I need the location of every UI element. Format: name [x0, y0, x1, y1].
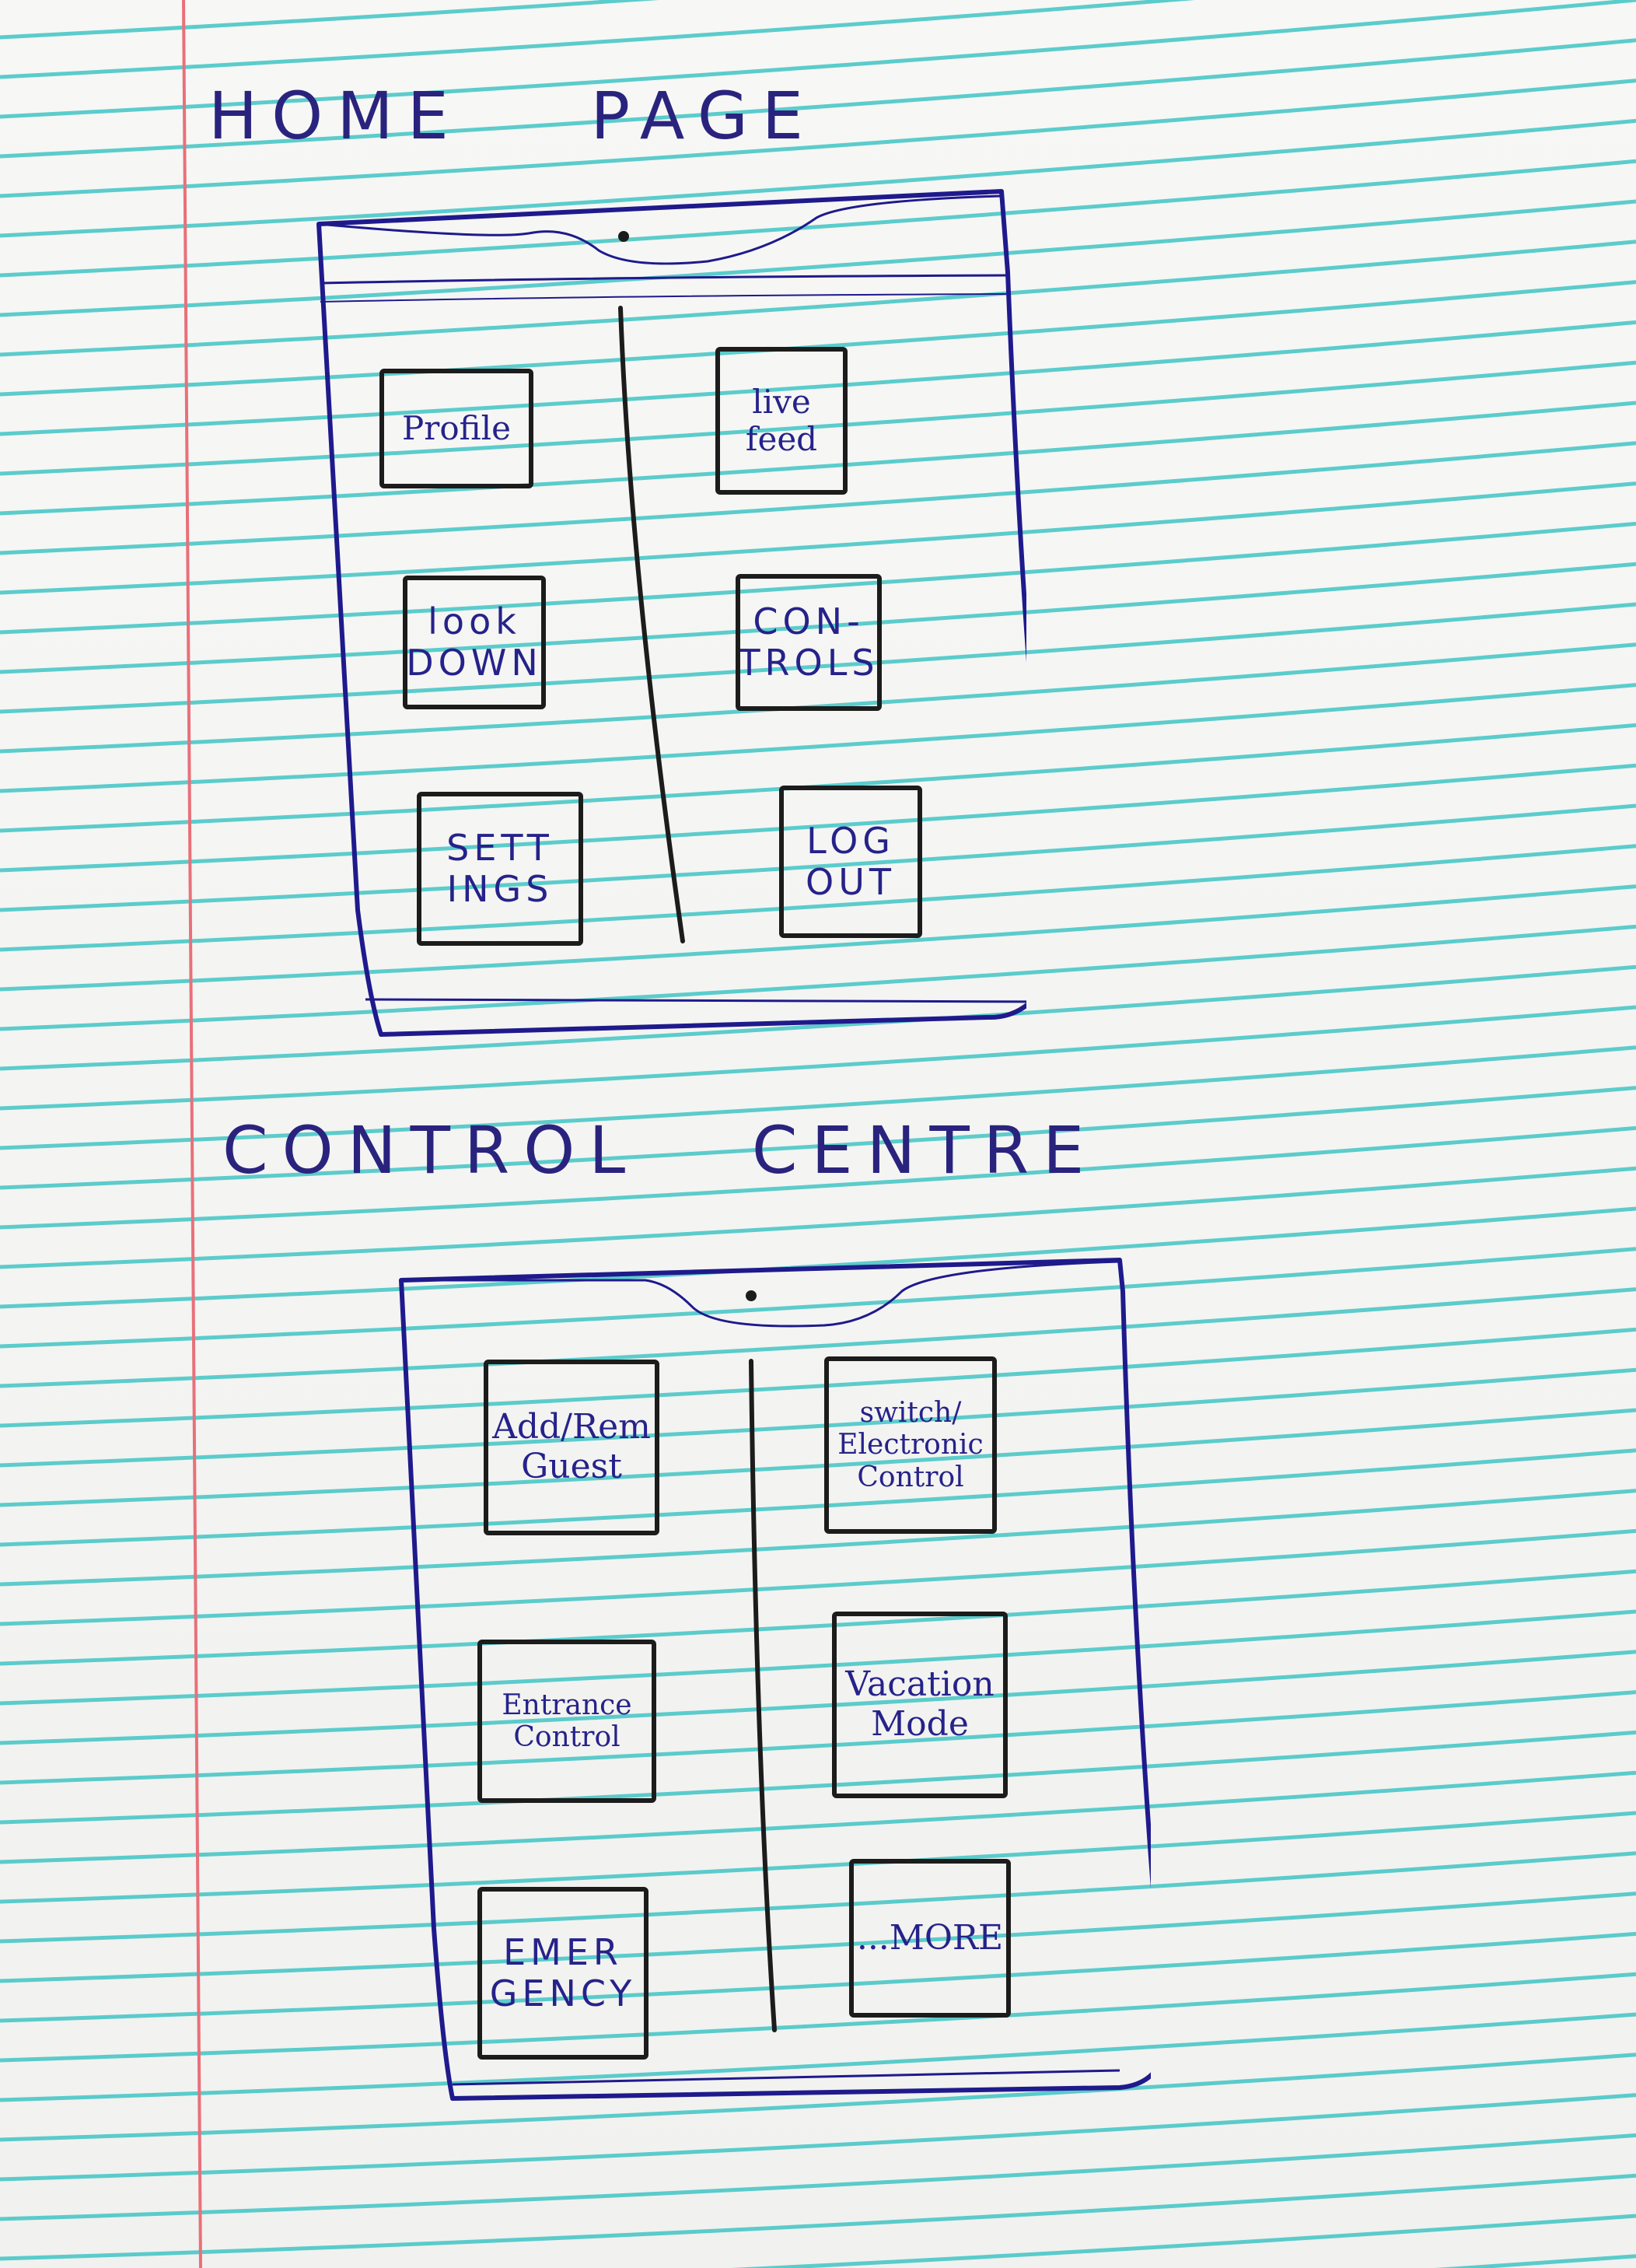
- entrance-control-tile[interactable]: Entrance Control: [477, 1640, 656, 1803]
- lockdown-tile[interactable]: look DOWN: [403, 576, 546, 709]
- margin-line: [182, 0, 202, 2268]
- logout-tile[interactable]: LOG OUT: [779, 786, 922, 938]
- tile-label: Mode: [871, 1704, 969, 1744]
- tile-label: live: [752, 382, 811, 421]
- control-centre-heading: CONTROL CENTRE: [222, 1112, 1098, 1188]
- tile-label: EMER: [503, 1931, 623, 1974]
- tile-label: TROLS: [738, 642, 879, 684]
- tile-label: Control: [513, 1721, 620, 1753]
- tile-label: Electronic: [837, 1429, 984, 1461]
- live-feed-tile[interactable]: live feed: [715, 347, 848, 495]
- tile-label: Control: [857, 1461, 964, 1493]
- add-remove-guest-tile[interactable]: Add/Rem Guest: [484, 1360, 659, 1535]
- tile-label: DOWN: [406, 642, 543, 684]
- settings-tile[interactable]: SETT INGS: [417, 792, 583, 946]
- tile-label: look: [428, 600, 521, 643]
- home-page-heading: HOME PAGE: [208, 78, 817, 154]
- tile-label: ...MORE: [856, 1917, 1004, 1958]
- home-heading-word: PAGE: [590, 78, 817, 154]
- ruled-line: [0, 2133, 1636, 2221]
- ruled-line: [0, 0, 659, 40]
- tile-label: Entrance: [502, 1689, 632, 1721]
- tile-label: INGS: [446, 868, 554, 910]
- tile-label: CON-: [753, 600, 865, 643]
- camera-dot: [618, 231, 629, 242]
- tile-label: OUT: [806, 861, 896, 903]
- tile-label: Vacation: [845, 1664, 995, 1705]
- profile-tile[interactable]: Profile: [379, 369, 533, 488]
- more-tile[interactable]: ...MORE: [849, 1859, 1011, 2018]
- cc-heading-word: CONTROL: [222, 1112, 640, 1188]
- ruled-line: [0, 2173, 1636, 2261]
- switch-electronic-control-tile[interactable]: switch/ Electronic Control: [824, 1356, 997, 1534]
- ruled-line: [731, 2214, 1636, 2268]
- tile-label: LOG: [806, 820, 895, 863]
- tile-label: SETT: [446, 827, 554, 870]
- camera-dot: [746, 1290, 757, 1301]
- controls-tile[interactable]: CON- TROLS: [736, 574, 882, 711]
- cc-heading-word: CENTRE: [751, 1112, 1099, 1188]
- home-heading-word: HOME: [208, 78, 463, 154]
- tile-label: switch/: [859, 1396, 962, 1429]
- tile-label: GENCY: [489, 1972, 637, 2014]
- tile-label: Profile: [402, 408, 511, 447]
- emergency-tile[interactable]: EMER GENCY: [477, 1887, 648, 2060]
- tile-label: Add/Rem: [492, 1407, 651, 1447]
- vacation-mode-tile[interactable]: Vacation Mode: [832, 1612, 1008, 1798]
- tile-label: Guest: [521, 1447, 622, 1486]
- tile-label: feed: [745, 420, 818, 458]
